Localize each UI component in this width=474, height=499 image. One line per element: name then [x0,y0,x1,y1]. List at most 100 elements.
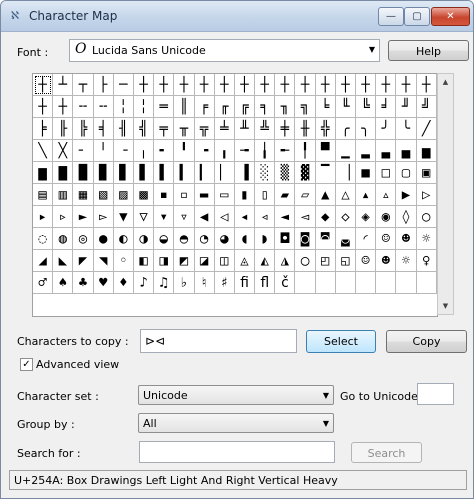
character-cell[interactable]: ◘ [275,228,296,250]
character-cell[interactable]: ♫ [154,272,175,294]
character-cell[interactable]: ▅ [416,140,437,162]
character-cell[interactable]: ▽ [133,206,155,228]
character-cell[interactable]: ◤ [73,250,94,272]
character-cell[interactable]: ┼ [154,74,175,96]
character-cell[interactable]: ◣ [53,250,74,272]
character-cell[interactable]: ╠ [73,118,94,140]
character-cell[interactable]: ▪ [154,184,175,206]
character-cell[interactable]: ┬ [73,74,94,96]
character-cell[interactable]: ║ [174,96,195,118]
character-cell[interactable]: ╬ [315,118,336,140]
character-cell[interactable]: ♯ [214,272,235,294]
character-cell[interactable]: ╞ [33,118,54,140]
character-set-dropdown[interactable]: Unicode ▼ [138,385,334,405]
character-cell[interactable]: ○ [416,206,437,228]
character-cell[interactable]: ﬂ [255,272,276,294]
character-cell[interactable]: ◩ [174,250,195,272]
character-cell[interactable]: ♣ [73,272,94,294]
character-cell[interactable]: ♮ [194,272,215,294]
character-cell[interactable]: ◮ [275,250,296,272]
character-cell[interactable]: ╚ [356,96,377,118]
character-cell[interactable]: ◈ [356,206,377,228]
character-cell[interactable]: ╨ [234,118,256,140]
character-cell[interactable]: ◇ [335,206,356,228]
character-cell[interactable]: ◓ [174,228,195,250]
character-cell[interactable]: ◙ [295,228,316,250]
character-cell[interactable]: ◄ [275,206,296,228]
character-cell[interactable]: ▼ [113,206,134,228]
character-cell[interactable]: ▓ [295,162,316,184]
character-cell[interactable]: ◗ [255,228,276,250]
character-cell[interactable]: ▰ [275,184,296,206]
character-cell[interactable]: ╙ [335,96,356,118]
character-cell[interactable]: ▭ [214,184,235,206]
character-cell[interactable]: ◥ [93,250,114,272]
advanced-view-checkbox[interactable]: ✓ [20,358,33,371]
character-cell[interactable]: ◒ [154,228,175,250]
character-cell[interactable]: ◫ [214,250,235,272]
character-cell[interactable]: ▢ [396,162,417,184]
character-cell[interactable]: ♥ [93,272,114,294]
character-cell[interactable]: ♀ [416,250,437,272]
character-cell[interactable]: č [275,272,296,294]
character-cell[interactable]: ╢ [113,118,134,140]
character-cell[interactable]: ╽ [255,140,276,162]
character-cell[interactable]: ◀ [194,206,215,228]
character-cell[interactable]: ╌ [73,96,94,118]
character-cell[interactable]: ╤ [154,118,175,140]
character-cell[interactable]: ▶ [396,184,417,206]
character-cell[interactable]: ╧ [214,118,235,140]
character-cell[interactable]: ◂ [234,206,256,228]
character-cell[interactable]: ╶ [113,140,134,162]
character-cell[interactable]: ╎ [113,96,134,118]
character-cell[interactable]: ┼ [133,74,155,96]
character-cell[interactable]: ♪ [133,272,155,294]
character-cell[interactable] [376,272,397,294]
character-cell[interactable]: ╓ [214,96,235,118]
character-cell[interactable]: ◆ [315,206,336,228]
character-cell[interactable]: ┼ [275,74,296,96]
character-cell[interactable]: ◢ [33,250,54,272]
character-cell[interactable]: ▨ [113,184,134,206]
character-cell[interactable]: ╻ [214,140,235,162]
character-cell[interactable]: ╸ [154,140,175,162]
character-cell[interactable]: ▒ [275,162,296,184]
search-button[interactable]: Search [351,442,422,463]
group-by-dropdown[interactable]: All ▼ [138,413,334,433]
character-cell[interactable]: ◕ [214,228,235,250]
character-cell[interactable]: ◬ [234,250,256,272]
character-cell[interactable]: ╱ [416,118,437,140]
character-cell[interactable]: ♂ [33,272,54,294]
scroll-up-arrow-icon[interactable]: ▲ [438,74,453,90]
character-cell[interactable]: ◪ [194,250,215,272]
character-cell[interactable]: ▍ [174,162,195,184]
character-cell[interactable]: □ [376,162,397,184]
character-cell[interactable]: ▃ [376,140,397,162]
character-cell[interactable]: ▱ [295,184,316,206]
character-cell[interactable]: ┼ [315,74,336,96]
character-cell[interactable]: ♭ [174,272,195,294]
character-cell[interactable]: ┼ [255,74,276,96]
character-cell[interactable]: ╜ [396,96,417,118]
character-cell[interactable]: ╯ [376,118,397,140]
character-cell[interactable]: ╕ [255,96,276,118]
character-cell[interactable]: ◊ [396,206,417,228]
character-cell[interactable]: ▯ [255,184,276,206]
character-cell[interactable]: ┼ [335,74,356,96]
character-cell[interactable]: ◰ [315,250,336,272]
character-cell[interactable]: ╒ [194,96,215,118]
character-cell[interactable]: ◨ [154,250,175,272]
scroll-down-arrow-icon[interactable]: ▼ [438,298,453,314]
select-button[interactable]: Select [306,330,376,353]
character-cell[interactable]: ╴ [73,140,94,162]
character-cell[interactable]: ◛ [335,228,356,250]
character-cell[interactable]: ╵ [93,140,114,162]
character-cell[interactable]: ▦ [73,184,94,206]
character-cell[interactable]: ◱ [335,250,356,272]
character-cell[interactable]: ◅ [295,206,316,228]
character-cell[interactable]: ▤ [33,184,54,206]
character-cell[interactable]: ◭ [255,250,276,272]
character-cell[interactable]: ◖ [234,228,256,250]
characters-to-copy-input[interactable]: ⊳⊲ [140,329,297,353]
character-cell[interactable]: ▬ [194,184,215,206]
